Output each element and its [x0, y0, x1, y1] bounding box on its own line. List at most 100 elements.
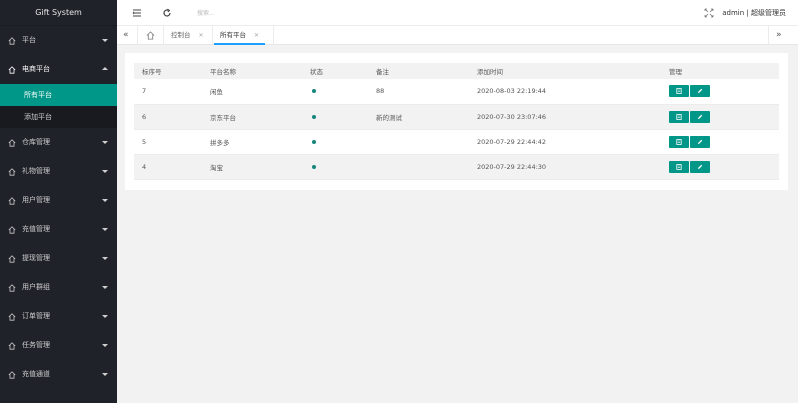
sidebar-item-ecommerce[interactable]: 电商平台 [0, 55, 117, 84]
home-icon [8, 37, 16, 45]
cell-status [302, 104, 368, 130]
divider [273, 26, 274, 45]
home-icon [8, 197, 16, 205]
sidebar-item-label: 充值通道 [22, 370, 50, 378]
sidebar-item-recharge-channel[interactable]: 充值通道 [0, 360, 117, 389]
document-icon [676, 113, 682, 120]
home-icon [8, 284, 16, 292]
sidebar-item-withdraw[interactable]: 提现管理 [0, 244, 117, 273]
refresh-icon[interactable] [162, 8, 172, 18]
cell-actions [661, 129, 779, 155]
tab-scroll-right-icon[interactable]: » [776, 30, 782, 40]
chevron-down-icon [102, 228, 108, 231]
sidebar-item-gifts[interactable]: 礼物管理 [0, 157, 117, 186]
document-icon [676, 138, 682, 145]
home-icon [8, 226, 16, 234]
sidebar-item-tasks[interactable]: 任务管理 [0, 331, 117, 360]
cell-actions [661, 104, 779, 130]
status-dot [312, 114, 316, 119]
cell-added: 2020-07-29 22:44:42 [469, 129, 661, 155]
sidebar-item-label: 提现管理 [22, 254, 50, 262]
view-button[interactable] [669, 160, 689, 173]
chevron-down-icon [102, 39, 108, 42]
sidebar: Gift System 平台 电商平台 所有平台 添加平台 仓库管理 礼物管理 … [0, 0, 117, 403]
home-icon [8, 168, 16, 176]
edit-button[interactable] [690, 110, 710, 123]
sidebar-item-users[interactable]: 用户管理 [0, 186, 117, 215]
cell-note [368, 154, 469, 180]
status-dot [312, 139, 316, 144]
tab-label: 所有平台 [220, 31, 246, 39]
chevron-down-icon [102, 257, 108, 260]
divider [768, 26, 769, 45]
sidebar-subitem-add-platform[interactable]: 添加平台 [0, 106, 117, 128]
sidebar-item-user-groups[interactable]: 用户群组 [0, 273, 117, 302]
cell-status [302, 129, 368, 155]
pencil-icon [698, 114, 703, 119]
column-header: 状态 [302, 63, 368, 79]
search-input[interactable] [197, 8, 277, 18]
sidebar-item-label: 任务管理 [22, 341, 50, 349]
chevron-down-icon [102, 344, 108, 347]
cell-actions [661, 79, 779, 105]
home-icon [8, 313, 16, 321]
home-icon[interactable] [146, 31, 155, 40]
edit-button[interactable] [690, 85, 710, 98]
status-dot [312, 164, 316, 169]
sidebar-subitem-all-platforms[interactable]: 所有平台 [0, 84, 117, 106]
divider [137, 26, 138, 45]
view-button[interactable] [669, 135, 689, 148]
cell-id: 4 [134, 154, 202, 180]
column-header: 添加时间 [469, 63, 661, 79]
cell-added: 2020-07-30 23:07:46 [469, 104, 661, 130]
view-button[interactable] [669, 85, 689, 98]
table-row: 7 闲鱼 88 2020-08-03 22:19:44 [134, 79, 779, 105]
edit-button[interactable] [690, 135, 710, 148]
cell-name: 淘宝 [202, 154, 302, 180]
cell-added: 2020-07-29 22:44:30 [469, 154, 661, 180]
sidebar-item-label: 用户群组 [22, 283, 50, 291]
document-icon [676, 88, 682, 95]
sidebar-item-recharge[interactable]: 充值管理 [0, 215, 117, 244]
platform-table-card: 标序号 平台名称 状态 备注 添加时间 管理 7 闲鱼 88 2020-08-0… [125, 53, 788, 190]
pencil-icon [698, 164, 703, 169]
sidebar-item-label: 仓库管理 [22, 138, 50, 146]
tab-all-platforms[interactable]: 所有平台 ✕ [214, 26, 266, 45]
platform-table: 标序号 平台名称 状态 备注 添加时间 管理 7 闲鱼 88 2020-08-0… [134, 63, 779, 180]
cell-id: 6 [134, 104, 202, 130]
sidebar-item-warehouse[interactable]: 仓库管理 [0, 128, 117, 157]
divider [163, 26, 164, 45]
tab-scroll-left-icon[interactable]: « [123, 30, 129, 40]
column-header: 标序号 [134, 63, 202, 79]
document-icon [676, 163, 682, 170]
view-button[interactable] [669, 110, 689, 123]
tab-console[interactable]: 控制台 ✕ [165, 26, 210, 45]
home-icon [8, 139, 16, 147]
sidebar-item-label: 用户管理 [22, 196, 50, 204]
chevron-down-icon [102, 141, 108, 144]
column-header: 备注 [368, 63, 469, 79]
table-header-row: 标序号 平台名称 状态 备注 添加时间 管理 [134, 63, 779, 79]
cell-status [302, 154, 368, 180]
menu-toggle-icon[interactable] [132, 8, 142, 18]
chevron-down-icon [102, 373, 108, 376]
sidebar-item-orders[interactable]: 订单管理 [0, 302, 117, 331]
close-icon[interactable]: ✕ [199, 32, 204, 39]
tab-bar: « 控制台 ✕ 所有平台 ✕ » [117, 26, 798, 45]
sidebar-item-label: 礼物管理 [22, 167, 50, 175]
home-icon [8, 66, 16, 74]
sidebar-item-label: 订单管理 [22, 312, 50, 320]
edit-button[interactable] [690, 160, 710, 173]
table-row: 5 拼多多 2020-07-29 22:44:42 [134, 129, 779, 155]
user-menu[interactable]: admin | 超级管理员 [722, 8, 786, 18]
pencil-icon [698, 89, 703, 94]
close-icon[interactable]: ✕ [254, 32, 259, 39]
home-icon [8, 255, 16, 263]
home-icon [8, 371, 16, 379]
cell-note [368, 129, 469, 155]
sidebar-item-platform[interactable]: 平台 [0, 26, 117, 55]
fullscreen-icon[interactable] [704, 8, 714, 18]
cell-actions [661, 154, 779, 180]
chevron-down-icon [102, 199, 108, 202]
home-icon [8, 342, 16, 350]
